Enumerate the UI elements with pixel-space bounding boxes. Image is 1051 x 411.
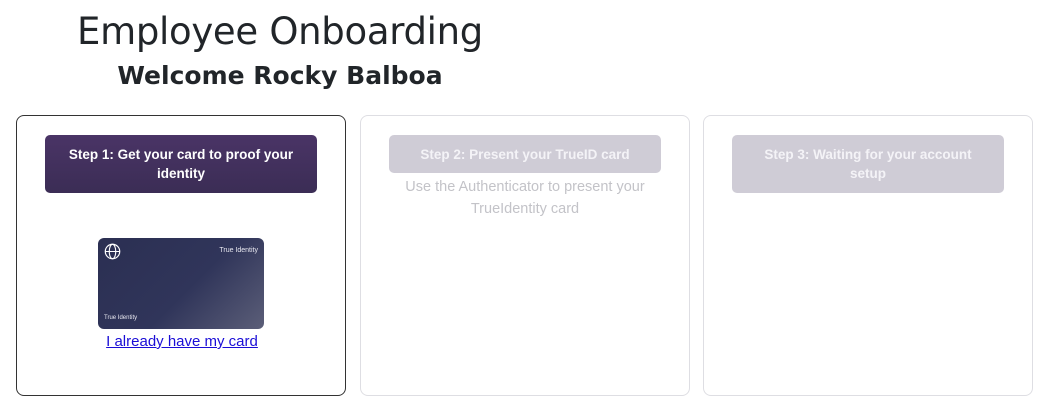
step-3-card: Step 3: Waiting for your account setup [703,115,1033,396]
card-brand-top: True Identity [219,247,258,254]
step-1-card: Step 1: Get your card to proof your iden… [16,115,346,396]
step-1-header: Step 1: Get your card to proof your iden… [45,135,317,193]
step-3-header: Step 3: Waiting for your account setup [732,135,1004,193]
step-2-header: Step 2: Present your TrueID card [389,135,661,173]
step-2-description: Use the Authenticator to present your Tr… [405,179,645,217]
already-have-card-link[interactable]: I already have my card [17,333,347,350]
step-2-card: Step 2: Present your TrueID card Use the… [360,115,690,396]
onboarding-page: Employee Onboarding Welcome Rocky Balboa… [0,0,1051,411]
globe-icon [104,243,121,260]
true-identity-card-image: True Identity True Identity [98,238,264,329]
welcome-subtitle: Welcome Rocky Balboa [117,61,443,90]
card-brand-bottom: True Identity [104,315,138,321]
page-title: Employee Onboarding [77,10,483,53]
